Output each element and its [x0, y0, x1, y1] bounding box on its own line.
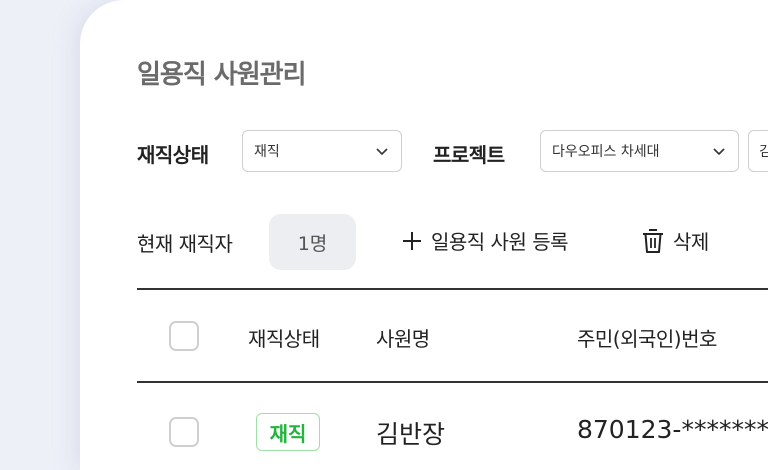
employee-count-badge: 1명	[269, 214, 356, 270]
employee-name: 김반장	[376, 420, 446, 449]
chevron-down-icon	[713, 148, 725, 156]
header-id-number: 주민(외국인)번호	[577, 327, 717, 351]
status-filter-select[interactable]: 재직	[242, 130, 402, 172]
id-number: 870123-*******	[577, 415, 768, 444]
table-top-border	[137, 288, 768, 290]
status-filter-label: 재직상태	[137, 143, 209, 167]
page-title: 일용직 사원관리	[137, 60, 306, 90]
add-employee-label: 일용직 사원 등록	[431, 230, 569, 254]
add-employee-button[interactable]: 일용직 사원 등록	[401, 226, 569, 255]
status-badge: 재직	[256, 413, 320, 451]
project-filter-select[interactable]: 다우오피스 차세대	[540, 130, 739, 172]
delete-label: 삭제	[673, 230, 709, 254]
chevron-down-icon	[376, 148, 388, 156]
delete-button[interactable]: 삭제	[641, 226, 709, 255]
employee-filter-value: 김	[759, 141, 768, 161]
project-filter-label: 프로젝트	[433, 143, 505, 167]
status-filter-value: 재직	[254, 144, 280, 160]
header-employee-name: 사원명	[376, 327, 430, 351]
table-header-border	[137, 381, 768, 383]
trash-icon	[643, 228, 663, 253]
row-checkbox[interactable]	[169, 417, 199, 447]
employee-filter-select[interactable]: 김	[748, 130, 768, 172]
plus-icon	[403, 231, 421, 250]
header-status: 재직상태	[248, 327, 320, 351]
project-filter-value: 다우오피스 차세대	[552, 144, 660, 160]
select-all-checkbox[interactable]	[169, 321, 199, 351]
current-employees-label: 현재 재직자	[137, 232, 233, 256]
